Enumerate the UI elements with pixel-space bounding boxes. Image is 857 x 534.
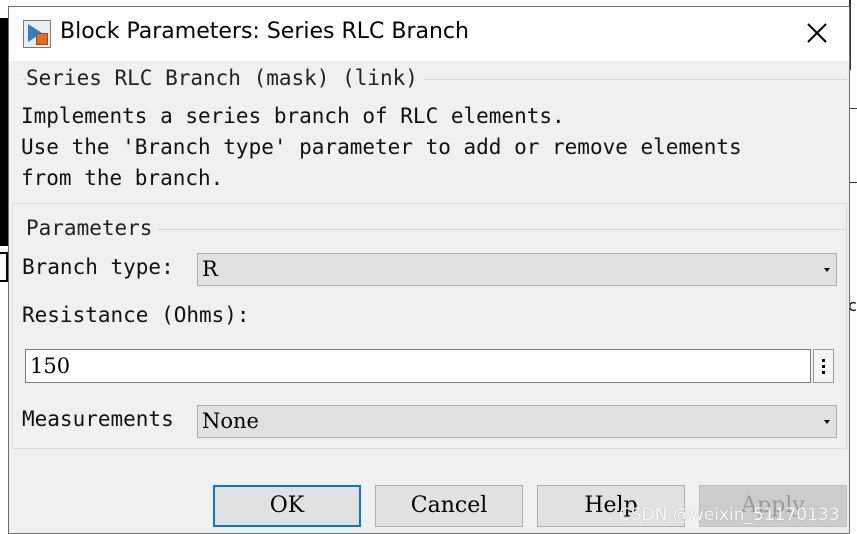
background-line bbox=[850, 182, 857, 183]
kebab-dot-icon bbox=[822, 359, 825, 362]
block-parameters-dialog: Block Parameters: Series RLC Branch Seri… bbox=[8, 6, 850, 534]
resistance-input[interactable] bbox=[25, 349, 811, 383]
measurements-dropdown[interactable]: None bbox=[197, 405, 837, 438]
kebab-dot-icon bbox=[822, 371, 825, 374]
close-icon bbox=[807, 23, 827, 43]
dropdown-arrow-icon bbox=[824, 268, 830, 272]
parameters-group-title: Parameters bbox=[26, 216, 159, 240]
title-bar[interactable]: Block Parameters: Series RLC Branch bbox=[9, 7, 849, 61]
watermark-text: CSDN @weixin_51170133 bbox=[619, 505, 840, 525]
branch-type-dropdown[interactable]: R bbox=[197, 253, 837, 286]
branch-type-label: Branch type: bbox=[22, 255, 174, 279]
kebab-dot-icon bbox=[822, 365, 825, 368]
cancel-button[interactable]: Cancel bbox=[375, 485, 523, 527]
ok-button[interactable]: OK bbox=[213, 485, 361, 527]
mask-description: Implements a series branch of RLC elemen… bbox=[21, 101, 742, 194]
background-block-outline bbox=[0, 252, 8, 282]
description-line: Use the 'Branch type' parameter to add o… bbox=[21, 135, 742, 159]
window-title: Block Parameters: Series RLC Branch bbox=[60, 19, 469, 44]
background-block-edge bbox=[0, 18, 8, 246]
description-line: from the branch. bbox=[21, 166, 224, 190]
description-line: Implements a series branch of RLC elemen… bbox=[21, 104, 565, 128]
measurements-value: None bbox=[202, 409, 259, 433]
resistance-label: Resistance (Ohms): bbox=[22, 303, 250, 327]
more-options-button[interactable] bbox=[813, 349, 834, 383]
dropdown-arrow-icon bbox=[824, 420, 830, 424]
close-button[interactable] bbox=[795, 13, 839, 53]
mask-group-title: Series RLC Branch (mask) (link) bbox=[26, 66, 424, 90]
branch-type-value: R bbox=[202, 257, 218, 281]
measurements-label: Measurements bbox=[22, 407, 174, 431]
simulink-block-icon bbox=[23, 20, 51, 48]
background-line bbox=[850, 108, 857, 109]
